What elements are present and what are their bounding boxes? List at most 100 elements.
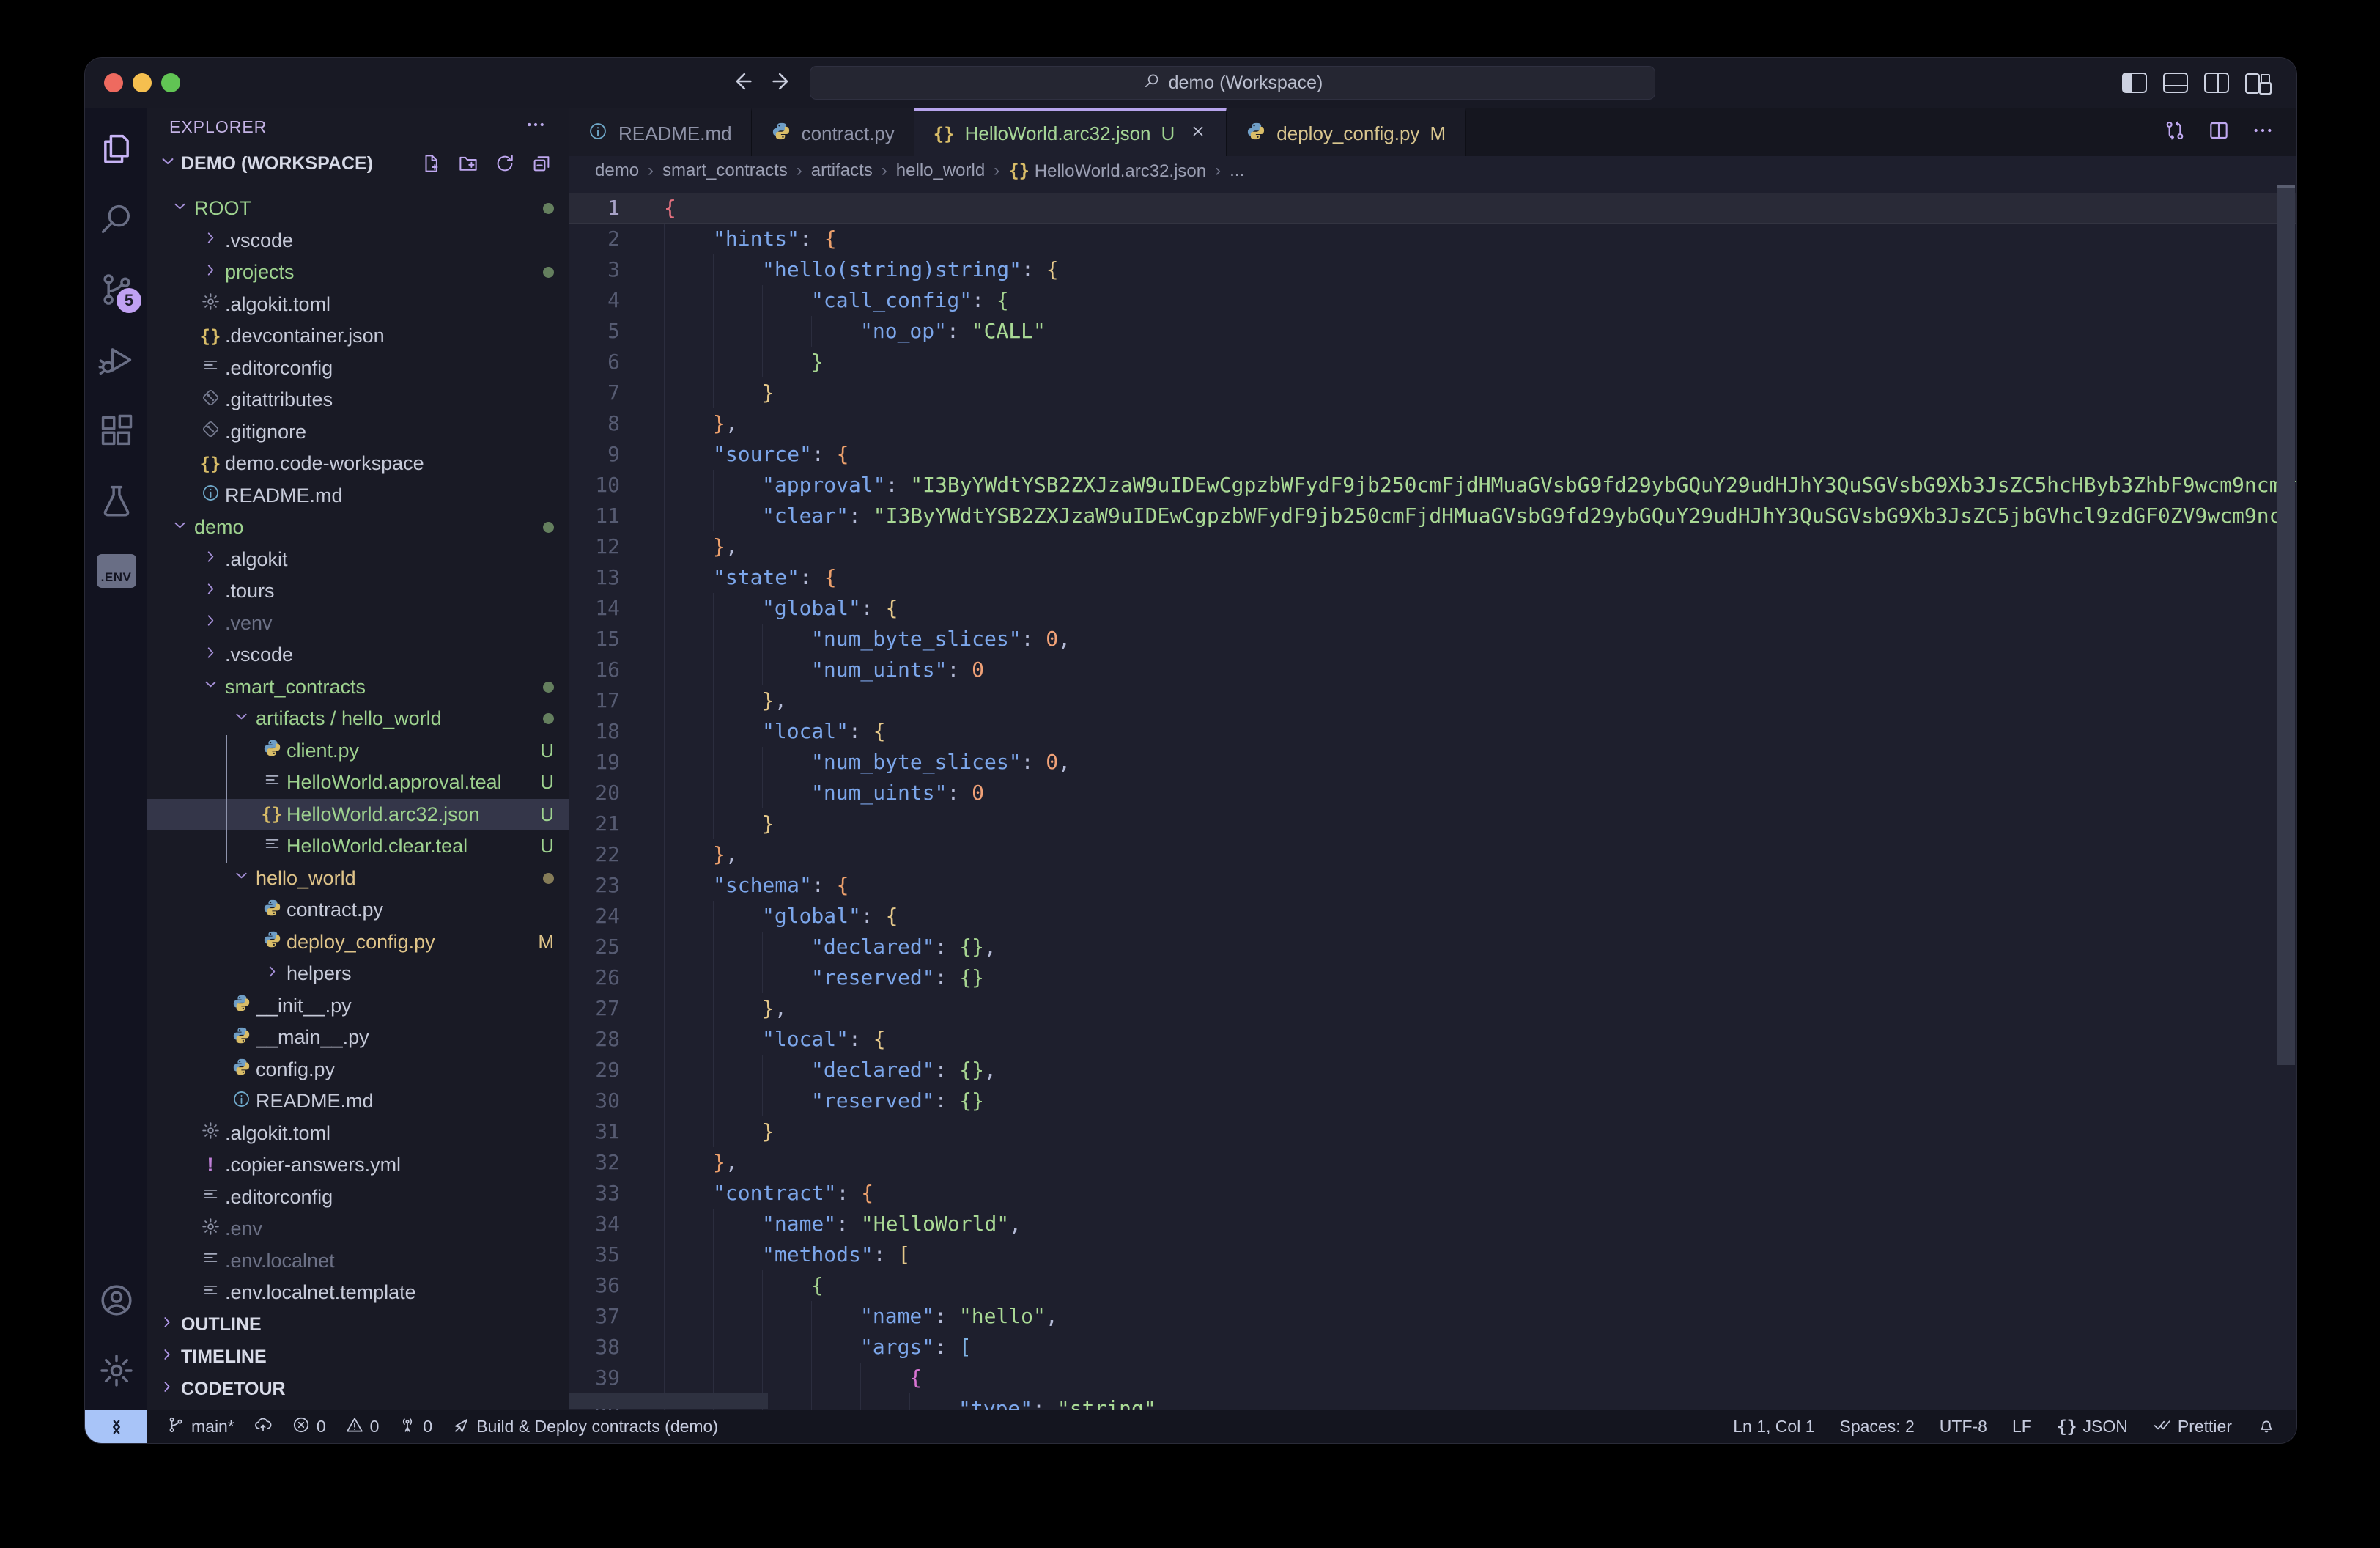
code-line-11: 11"clear": "I3ByYWdtYSB2ZXJzaW9uIDEwCgpz… — [569, 501, 2296, 531]
refresh-explorer-icon[interactable] — [494, 152, 516, 174]
customize-layout-icon[interactable] — [2245, 73, 2272, 93]
build-deploy-task[interactable]: Build & Deploy contracts (demo) — [451, 1410, 718, 1443]
tree-item-readme-md[interactable]: README.md — [147, 1086, 569, 1118]
tree-item--copier-answers-yml[interactable]: !.copier-answers.yml — [147, 1149, 569, 1182]
back-icon[interactable] — [730, 69, 755, 97]
tree-item--tours[interactable]: .tours — [147, 575, 569, 608]
tree-item--venv[interactable]: .venv — [147, 608, 569, 640]
command-center-search[interactable]: demo (Workspace) — [810, 66, 1655, 100]
formatter[interactable]: Prettier — [2153, 1410, 2232, 1443]
new-folder-icon[interactable] — [457, 152, 479, 174]
new-file-icon[interactable] — [421, 152, 443, 174]
tree-item--editorconfig[interactable]: .editorconfig — [147, 1182, 569, 1214]
panel-outline[interactable]: OUTLINE — [147, 1309, 569, 1341]
toggle-panel-icon[interactable] — [2163, 73, 2188, 93]
tab-helloworld-arc32-json[interactable]: {}HelloWorld.arc32.jsonU — [914, 108, 1227, 156]
publish[interactable] — [254, 1410, 273, 1443]
toggle-secondary-sidebar-icon[interactable] — [2204, 73, 2229, 93]
close-tab-icon[interactable] — [1189, 122, 1207, 145]
tree-item--algokit[interactable]: .algokit — [147, 544, 569, 576]
minimize-window-button[interactable] — [133, 73, 152, 92]
code-editor[interactable]: 1{2"hints": {3"hello(string)string": {4"… — [569, 185, 2296, 1410]
tree-item-demo[interactable]: demo — [147, 512, 569, 544]
tree-item--gitignore[interactable]: .gitignore — [147, 416, 569, 449]
vertical-scrollbar[interactable] — [2277, 185, 2295, 1065]
tree-item--editorconfig[interactable]: .editorconfig — [147, 353, 569, 385]
explorer-more-actions-icon[interactable] — [525, 114, 547, 140]
breadcrumb-item[interactable]: demo — [595, 161, 639, 181]
tree-item--gitattributes[interactable]: .gitattributes — [147, 384, 569, 416]
tree-item--env[interactable]: .env — [147, 1213, 569, 1245]
toggle-sidebar-icon[interactable] — [2122, 73, 2147, 93]
notifications[interactable] — [2257, 1410, 2276, 1443]
breadcrumb-item[interactable]: ... — [1230, 161, 1244, 181]
ports[interactable]: 0 — [398, 1410, 432, 1443]
remote-indicator[interactable] — [85, 1410, 147, 1443]
close-window-button[interactable] — [104, 73, 123, 92]
tree-item--algokit-toml[interactable]: .algokit.toml — [147, 289, 569, 321]
panel-codetour[interactable]: CODETOUR — [147, 1374, 569, 1406]
activity-testing[interactable] — [85, 465, 147, 536]
chevron-right-icon — [201, 611, 221, 635]
tree-item--devcontainer-json[interactable]: {}.devcontainer.json — [147, 320, 569, 353]
encoding[interactable]: UTF-8 — [1940, 1410, 1987, 1443]
tree-item--env-localnet-template[interactable]: .env.localnet.template — [147, 1277, 569, 1309]
activity-source-control[interactable]: 5 — [85, 254, 147, 325]
breadcrumb-item[interactable]: {} HelloWorld.arc32.json — [1008, 161, 1206, 182]
open-changes-icon[interactable] — [2163, 119, 2187, 146]
forward-icon[interactable] — [769, 69, 794, 97]
activity-account[interactable] — [85, 1265, 147, 1335]
tree-item-smart-contracts[interactable]: smart_contracts — [147, 671, 569, 704]
activity-search[interactable] — [85, 184, 147, 254]
tree-item-projects[interactable]: projects — [147, 257, 569, 289]
tree-item-helpers[interactable]: helpers — [147, 958, 569, 990]
line-number: 29 — [569, 1055, 620, 1086]
activity-env[interactable]: .ENV — [85, 536, 147, 606]
tree-item-contract-py[interactable]: contract.py — [147, 894, 569, 926]
chevron-right-icon — [201, 547, 221, 572]
breadcrumb-item[interactable]: artifacts — [811, 161, 873, 181]
tab-contract-py[interactable]: contract.py — [752, 108, 914, 156]
horizontal-scrollbar[interactable] — [569, 1393, 768, 1409]
tree-item-root[interactable]: ROOT — [147, 193, 569, 225]
tree-item-config-py[interactable]: config.py — [147, 1054, 569, 1086]
tree-item-hello-world[interactable]: hello_world — [147, 863, 569, 895]
activity-run-debug[interactable] — [85, 325, 147, 395]
tree-item-demo-code-workspace[interactable]: {}demo.code-workspace — [147, 448, 569, 480]
eol[interactable]: LF — [2012, 1410, 2032, 1443]
panel-timeline[interactable]: TIMELINE — [147, 1341, 569, 1374]
tree-item-helloworld-clear-teal[interactable]: HelloWorld.clear.tealU — [147, 830, 569, 863]
code-line-13: 13"state": { — [569, 562, 2296, 593]
line-number: 7 — [569, 377, 620, 408]
tree-item--vscode[interactable]: .vscode — [147, 225, 569, 257]
tab-deploy-config-py[interactable]: deploy_config.pyM — [1227, 108, 1466, 156]
warnings[interactable]: 0 — [345, 1410, 380, 1443]
language-mode[interactable]: {}JSON — [2057, 1410, 2128, 1443]
activity-explorer[interactable] — [85, 114, 147, 184]
tree-item--init-py[interactable]: __init__.py — [147, 990, 569, 1022]
tree-item--main-py[interactable]: __main__.py — [147, 1022, 569, 1054]
split-editor-icon[interactable] — [2207, 119, 2231, 146]
more-actions-icon[interactable] — [2251, 119, 2274, 146]
indentation[interactable]: Spaces: 2 — [1840, 1410, 1915, 1443]
tree-item--algokit-toml[interactable]: .algokit.toml — [147, 1118, 569, 1150]
tree-item-artifacts-hello-world[interactable]: artifacts / hello_world — [147, 703, 569, 735]
tree-item--env-localnet[interactable]: .env.localnet — [147, 1245, 569, 1278]
tree-item--vscode[interactable]: .vscode — [147, 639, 569, 671]
workspace-root-row[interactable]: DEMO (WORKSPACE) — [147, 146, 569, 181]
activity-extensions[interactable] — [85, 395, 147, 465]
activity-settings[interactable] — [85, 1335, 147, 1406]
collapse-folders-icon[interactable] — [531, 152, 552, 174]
tree-item-client-py[interactable]: client.pyU — [147, 735, 569, 767]
zoom-window-button[interactable] — [161, 73, 180, 92]
cursor-position[interactable]: Ln 1, Col 1 — [1733, 1410, 1814, 1443]
errors[interactable]: 0 — [292, 1410, 326, 1443]
tree-item-helloworld-approval-teal[interactable]: HelloWorld.approval.tealU — [147, 767, 569, 799]
breadcrumb-item[interactable]: hello_world — [896, 161, 985, 181]
breadcrumb-item[interactable]: smart_contracts — [662, 161, 788, 181]
tree-item-helloworld-arc32-json[interactable]: {}HelloWorld.arc32.jsonU — [147, 799, 569, 831]
tab-readme-md[interactable]: README.md — [569, 108, 752, 156]
tree-item-readme-md[interactable]: README.md — [147, 480, 569, 512]
git-branch[interactable]: main* — [166, 1410, 234, 1443]
tree-item-deploy-config-py[interactable]: deploy_config.pyM — [147, 926, 569, 959]
